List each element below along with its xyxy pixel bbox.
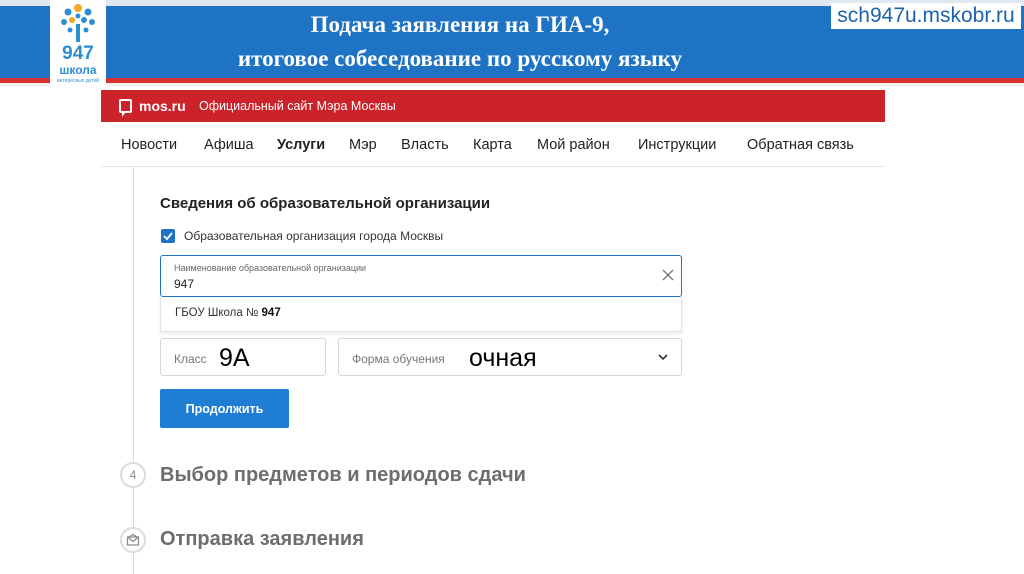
checkmark-icon — [163, 232, 173, 241]
org-name-input[interactable] — [174, 276, 644, 292]
nav-item-instructions[interactable]: Инструкции — [638, 136, 716, 154]
step-5-circle — [120, 527, 146, 553]
org-name-field[interactable]: Наименование образовательной организации — [160, 255, 682, 297]
logo-word: школа — [59, 63, 97, 77]
slide-title: Подача заявления на ГИА-9, итоговое собе… — [110, 8, 810, 76]
study-form-select[interactable]: Форма обучения очная — [338, 338, 682, 376]
step-4-title: Выбор предметов и периодов сдачи — [160, 464, 526, 486]
envelope-icon — [126, 533, 140, 546]
mos-tagline: Официальный сайт Мэра Москвы — [199, 99, 396, 113]
logo-number: 947 — [62, 43, 94, 64]
nav-item-my-district[interactable]: Мой район — [537, 136, 610, 154]
section-title: Сведения об образовательной организации — [160, 195, 491, 212]
suggestion-prefix: ГБОУ Школа № — [175, 307, 259, 319]
slide-title-line1: Подача заявления на ГИА-9, — [310, 12, 610, 37]
class-field[interactable]: Класс 9А — [160, 338, 326, 376]
logo-tagline: интересных детей — [56, 78, 100, 84]
nav-item-news[interactable]: Новости — [121, 136, 177, 154]
continue-button[interactable]: Продолжить — [160, 389, 289, 428]
suggestion-match: 947 — [261, 307, 281, 319]
site-url-badge: sch947u.mskobr.ru — [831, 3, 1021, 29]
step-progress-line — [133, 167, 134, 574]
org-field-label: Наименование образовательной организации — [174, 263, 367, 273]
nav-item-map[interactable]: Карта — [473, 136, 512, 154]
chevron-down-icon — [658, 354, 668, 361]
suggestion-item[interactable]: ГБОУ Школа № 947 — [175, 306, 281, 320]
study-form-label: Форма обучения — [352, 352, 445, 366]
main-nav: Новости Афиша Услуги Мэр Власть Карта Мо… — [101, 122, 885, 167]
checkbox-label[interactable]: Образовательная организация города Москв… — [184, 229, 443, 243]
mos-ru-bar: mos.ru Официальный сайт Мэра Москвы — [101, 90, 885, 122]
nav-item-services[interactable]: Услуги — [277, 136, 325, 154]
step-5-title: Отправка заявления — [160, 528, 364, 550]
clear-icon[interactable] — [661, 268, 675, 282]
org-suggestions-dropdown: ГБОУ Школа № 947 — [160, 297, 682, 332]
class-label: Класс — [174, 352, 207, 366]
step-4-number: 4 — [120, 462, 146, 488]
study-form-value: очная — [469, 344, 537, 372]
header-white-stripe — [0, 83, 1024, 86]
nav-item-feedback[interactable]: Обратная связь — [747, 136, 854, 154]
slide-header: Подача заявления на ГИА-9, итоговое собе… — [0, 0, 1024, 86]
school-logo: 947 школа интересных детей — [50, 0, 106, 90]
nav-item-government[interactable]: Власть — [401, 136, 449, 154]
mos-brand-link[interactable]: mos.ru — [139, 97, 186, 115]
tree-logo-icon — [61, 4, 95, 42]
moscow-org-checkbox[interactable] — [161, 229, 175, 243]
slide-title-line2: итоговое собеседование по русскому языку — [237, 46, 683, 71]
class-value: 9А — [219, 344, 250, 372]
nav-item-afisha[interactable]: Афиша — [204, 136, 254, 154]
mos-logo-icon[interactable] — [119, 99, 132, 117]
nav-item-mayor[interactable]: Мэр — [349, 136, 377, 154]
